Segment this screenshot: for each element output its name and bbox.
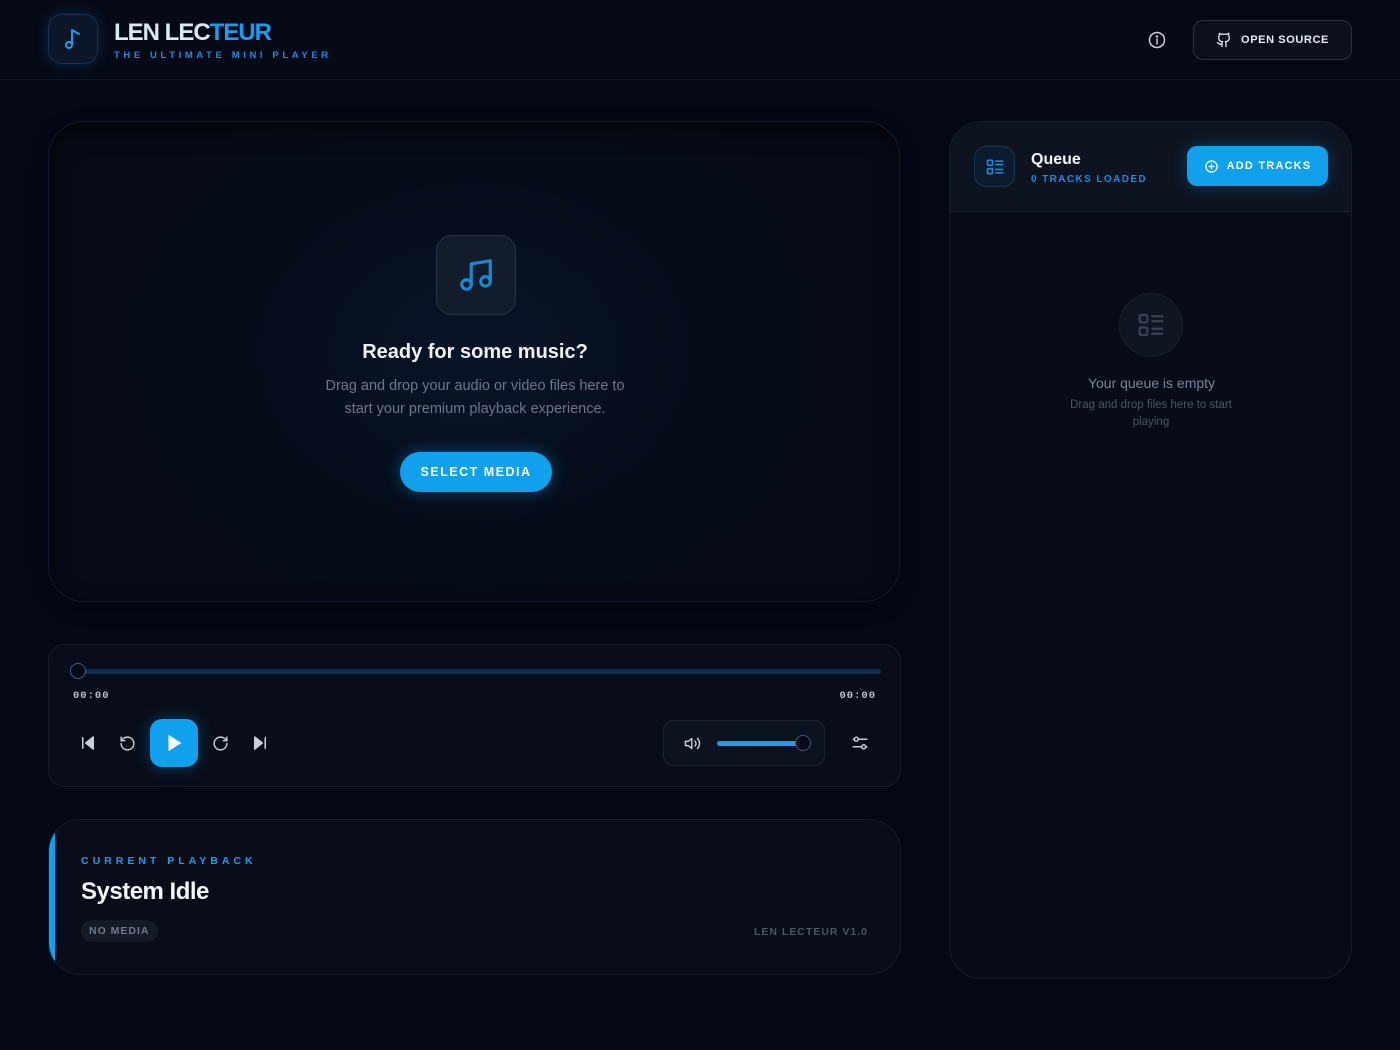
app-tagline: THE ULTIMATE MINI PLAYER [114,50,332,61]
app-header: LEN LECTEUR THE ULTIMATE MINI PLAYER OPE… [0,0,1400,80]
skip-back-icon [82,736,94,750]
volume-thumb[interactable] [795,735,811,751]
media-drop-zone[interactable]: Ready for some music? Drag and drop your… [48,121,900,602]
volume-control [663,720,825,766]
settings-button[interactable] [847,730,873,756]
now-playing-card: CURRENT PLAYBACK System Idle NO MEDIA LE… [48,819,901,975]
select-media-button[interactable]: SELECT MEDIA [400,452,552,492]
app-title-main: LEN LEC [114,19,211,46]
app-title: LEN LECTEUR [114,19,272,47]
rewind-button[interactable] [114,730,140,756]
list-icon [1138,313,1164,337]
info-icon [1148,31,1166,49]
queue-track-count: 0 TRACKS LOADED [1031,174,1148,185]
status-badge: NO MEDIA [81,920,158,942]
empty-queue-icon-box [1119,293,1183,357]
forward-button[interactable] [207,730,233,756]
logo [48,14,98,64]
volume-fill [717,741,803,746]
open-source-label: OPEN SOURCE [1241,34,1329,46]
skip-forward-icon [254,736,266,750]
add-tracks-label: ADD TRACKS [1226,160,1312,172]
stage-icon-box [436,235,516,315]
plus-circle-icon [1204,159,1218,173]
music-note-icon [65,29,80,49]
queue-icon-box [974,146,1015,187]
mute-button[interactable] [679,730,705,756]
version-label: LEN LECTEUR V1.0 [753,926,868,938]
volume-icon [684,737,700,749]
player-controls: 00:00 00:00 [48,644,901,787]
queue-panel: Queue 0 TRACKS LOADED ADD TRACKS Your qu… [949,121,1352,979]
sliders-icon [852,736,868,750]
open-source-button[interactable]: OPEN SOURCE [1193,20,1352,60]
stage-title: Ready for some music? [362,341,588,363]
stage-description: Drag and drop your audio or video files … [325,378,625,417]
empty-queue-description: Drag and drop files here to start playin… [1070,399,1232,428]
time-total: 00:00 [839,690,876,702]
rotate-ccw-icon [119,735,135,751]
add-tracks-button[interactable]: ADD TRACKS [1187,146,1328,186]
play-icon [168,734,182,752]
progress-bar[interactable] [70,663,881,679]
previous-button[interactable] [75,730,101,756]
github-icon [1216,32,1231,48]
play-button[interactable] [150,719,198,767]
now-playing-label: CURRENT PLAYBACK [81,855,257,867]
volume-slider[interactable] [717,735,811,751]
app-title-accent: TEUR [209,19,272,46]
progress-thumb[interactable] [70,663,86,679]
accent-bar [49,820,55,974]
queue-header: Queue 0 TRACKS LOADED ADD TRACKS [950,122,1351,212]
rotate-cw-icon [212,735,228,751]
next-button[interactable] [247,730,273,756]
list-icon [986,159,1003,174]
queue-title: Queue [1031,151,1081,168]
time-current: 00:00 [73,690,110,702]
music-notes-icon [460,259,492,291]
empty-queue-title: Your queue is empty [1087,375,1216,391]
now-playing-title: System Idle [81,878,209,905]
info-button[interactable] [1145,28,1169,52]
